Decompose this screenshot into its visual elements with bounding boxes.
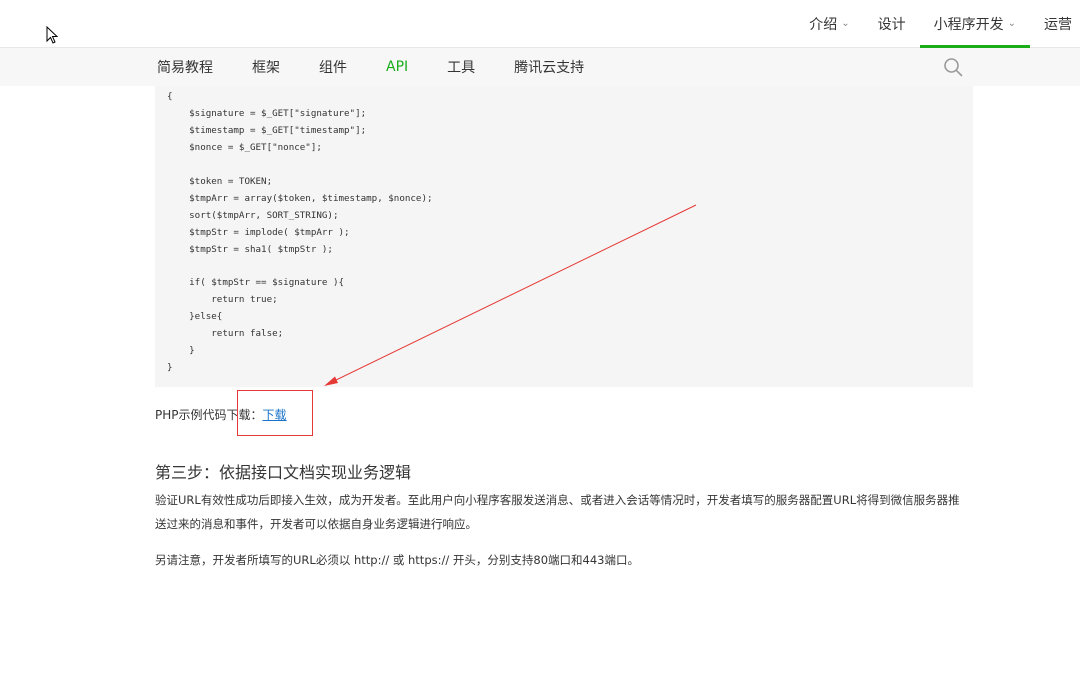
code-line: $timestamp = $_GET["timestamp"];	[167, 124, 367, 136]
top-nav-label: 设计	[877, 16, 906, 33]
paragraph-url-note: 另请注意，开发者所填写的URL必须以 http:// 或 https:// 开头…	[155, 553, 639, 567]
top-nav-item-operations[interactable]: 运营	[1030, 0, 1080, 47]
code-block: { $signature = $_GET["signature"]; $time…	[155, 86, 973, 387]
top-nav-label: 介绍	[809, 16, 838, 33]
code-line: if( $tmpStr == $signature ){	[167, 277, 345, 289]
code-line: }else{	[167, 311, 223, 323]
code-content: { $signature = $_GET["signature"]; $time…	[155, 86, 973, 377]
code-line: $signature = $_GET["signature"];	[167, 107, 367, 119]
search-icon[interactable]	[943, 57, 963, 77]
top-nav-label: 运营	[1044, 16, 1072, 33]
sub-nav-item-components[interactable]: 组件	[319, 57, 347, 77]
code-line: return true;	[167, 294, 278, 306]
sub-nav-item-tencent-cloud[interactable]: 腾讯云支持	[514, 57, 584, 77]
mouse-cursor-icon	[46, 26, 58, 44]
chevron-down-icon: ⌄	[1007, 18, 1016, 29]
sub-nav-menu: 简易教程 框架 组件 API 工具 腾讯云支持	[157, 48, 623, 86]
code-line: }	[167, 362, 173, 374]
top-nav-item-intro[interactable]: 介绍 ⌄	[795, 0, 863, 47]
chevron-down-icon: ⌄	[841, 18, 850, 29]
code-line: $token = TOKEN;	[167, 175, 273, 187]
code-line: }	[167, 345, 195, 357]
sub-nav-item-tutorial[interactable]: 简易教程	[157, 57, 213, 77]
code-line: {	[167, 91, 173, 102]
sub-nav-item-framework[interactable]: 框架	[252, 57, 280, 77]
code-line: $nonce = $_GET["nonce"];	[167, 141, 322, 153]
top-navigation-bar: 介绍 ⌄ 设计 小程序开发 ⌄ 运营	[0, 0, 1080, 48]
top-nav-item-design[interactable]: 设计	[864, 0, 920, 47]
paragraph-verification: 验证URL有效性成功后即接入生效，成为开发者。至此用户向小程序客服发送消息、或者…	[155, 493, 960, 531]
code-line: $tmpStr = implode( $tmpArr );	[167, 226, 350, 238]
sub-nav-item-api[interactable]: API	[386, 59, 408, 75]
annotation-highlight-box	[237, 390, 313, 436]
top-nav-menu: 介绍 ⌄ 设计 小程序开发 ⌄ 运营	[795, 0, 1080, 48]
code-line: return false;	[167, 328, 284, 340]
code-line: $tmpArr = array($token, $timestamp, $non…	[167, 192, 433, 204]
sub-nav-item-tools[interactable]: 工具	[447, 57, 475, 77]
sub-navigation-bar: 简易教程 框架 组件 API 工具 腾讯云支持	[0, 48, 1080, 86]
code-line: $tmpStr = sha1( $tmpStr );	[167, 243, 333, 255]
top-nav-label: 小程序开发	[933, 16, 1004, 33]
step3-heading: 第三步：依据接口文档实现业务逻辑	[155, 463, 412, 482]
page: 介绍 ⌄ 设计 小程序开发 ⌄ 运营 简易教程 框架 组件 API 工具 腾讯云…	[0, 0, 1080, 688]
top-nav-item-miniprogram-dev[interactable]: 小程序开发 ⌄	[919, 0, 1031, 48]
code-line: sort($tmpArr, SORT_STRING);	[167, 209, 339, 221]
